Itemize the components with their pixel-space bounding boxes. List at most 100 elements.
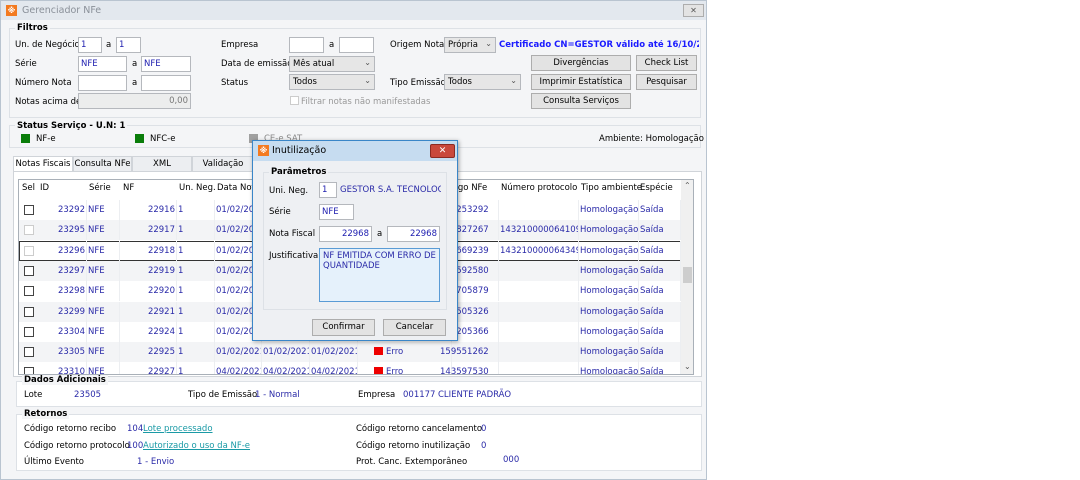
- tab-validacao-xml[interactable]: Validação XML: [192, 156, 254, 183]
- cell-d3: 01/02/2021: [310, 342, 358, 363]
- chevron-down-icon: ⌄: [364, 76, 371, 85]
- imprimir-estatistica-button[interactable]: Imprimir Estatística: [531, 74, 631, 90]
- cell-serie: NFE: [87, 260, 120, 281]
- status-text: Erro: [386, 347, 404, 358]
- status-select[interactable]: Todos ⌄: [289, 74, 375, 90]
- pesquisar-button[interactable]: Pesquisar: [636, 74, 697, 90]
- header-un-neg[interactable]: Un. Neg.: [179, 183, 216, 193]
- header-tipo-ambiente[interactable]: Tipo ambiente: [581, 183, 642, 193]
- justificativa-label: Justificativa: [269, 251, 319, 261]
- tipo-emissao-info-value: 1 - Normal: [255, 390, 300, 400]
- protocolo-link[interactable]: Autorizado o uso da NF-e: [143, 441, 250, 451]
- status-text: Erro: [386, 367, 404, 375]
- cell-protocolo: [499, 260, 579, 281]
- consulta-servicos-button[interactable]: Consulta Serviços: [531, 93, 631, 109]
- numero-nota-from-input[interactable]: [78, 75, 127, 91]
- filtrar-checkbox[interactable]: [290, 96, 299, 105]
- un-negocio-to-input[interactable]: 1: [116, 37, 141, 53]
- table-row[interactable]: 23310 NFE 22927 1 04/02/2021 04/02/2021 04/02/…: [19, 362, 681, 375]
- data-emissao-select[interactable]: Mês atual ⌄: [289, 56, 375, 72]
- header-nf[interactable]: NF: [123, 183, 134, 193]
- un-negocio-from-input[interactable]: 1: [78, 37, 102, 53]
- scrollbar-thumb[interactable]: [683, 267, 692, 283]
- cell-serie: NFE: [87, 240, 120, 261]
- notas-acima-label: Notas acima de: [15, 97, 82, 107]
- tipo-emissao-select[interactable]: Todos ⌄: [444, 74, 521, 90]
- row-select-checkbox[interactable]: [24, 225, 34, 236]
- confirmar-button[interactable]: Confirmar: [312, 319, 375, 336]
- lote-label: Lote: [24, 390, 43, 400]
- cell-especie: Saída: [639, 220, 681, 241]
- table-row[interactable]: 23305 NFE 22925 1 01/02/2021 01/02/2021 01/02/…: [19, 342, 681, 363]
- vertical-scrollbar[interactable]: ⌃ ⌄: [681, 180, 693, 374]
- cell-id: 23298: [38, 281, 87, 302]
- empresa-from-input[interactable]: [289, 37, 324, 53]
- check-list-button[interactable]: Check List: [636, 55, 697, 71]
- header-numero-protocolo[interactable]: Número protocolo: [501, 183, 577, 193]
- serie-from-input[interactable]: NFE: [78, 56, 127, 72]
- cell-protocolo: [499, 281, 579, 302]
- cancelar-button[interactable]: Cancelar: [383, 319, 446, 336]
- extemporaneo-label: Prot. Canc. Extemporâneo: [356, 457, 468, 467]
- origem-nota-value: Própria: [448, 40, 478, 50]
- notas-acima-input[interactable]: 0,00: [78, 93, 191, 109]
- row-select-checkbox[interactable]: [24, 367, 34, 374]
- row-select-checkbox[interactable]: [24, 286, 34, 297]
- row-select-checkbox[interactable]: [24, 265, 34, 276]
- cell-serie: NFE: [87, 301, 120, 322]
- serie-input[interactable]: NFE: [319, 204, 354, 220]
- tab-xml[interactable]: XML: [132, 156, 192, 172]
- cell-id: 23310: [38, 362, 87, 374]
- header-sel[interactable]: Sel: [22, 183, 35, 193]
- window-title: Gerenciador NFe: [22, 5, 102, 16]
- cell-especie: Saída: [639, 200, 681, 220]
- uni-neg-input[interactable]: 1: [319, 182, 337, 198]
- cell-protocolo: 143210000064349: [499, 240, 579, 261]
- cell-id: 23295: [38, 220, 87, 241]
- status-servico-title: Status Serviço - U.N: 1: [15, 121, 128, 131]
- scroll-down-icon[interactable]: ⌄: [684, 362, 691, 371]
- cell-ambiente: Homologação: [579, 220, 639, 241]
- scroll-up-icon[interactable]: ⌃: [684, 181, 691, 190]
- divergencias-button[interactable]: Divergências: [531, 55, 631, 71]
- row-select-checkbox[interactable]: [24, 347, 34, 358]
- serie-to-input[interactable]: NFE: [141, 56, 191, 72]
- cell-especie: Saída: [639, 281, 681, 302]
- dialog-title-bar: ※ Inutilização ✕: [253, 141, 457, 161]
- empresa-to-input[interactable]: [339, 37, 374, 53]
- header-serie[interactable]: Série: [89, 183, 111, 193]
- un-negocio-label: Un. de Negócio: [15, 40, 80, 50]
- empresa-name: CLIENTE PADRÃO: [438, 390, 512, 400]
- cell-nf: 22917: [120, 220, 177, 241]
- cell-especie: Saída: [639, 260, 681, 281]
- justificativa-textarea[interactable]: NF EMITIDA COM ERRO DE QUANTIDADE: [319, 248, 440, 302]
- dialog-title: Inutilização: [272, 145, 327, 156]
- filtros-title: Filtros: [15, 23, 50, 33]
- numero-nota-label: Número Nota: [15, 78, 72, 88]
- recibo-link[interactable]: Lote processado: [143, 424, 213, 434]
- row-select-checkbox[interactable]: [24, 326, 34, 337]
- cell-codigo: 159551262: [439, 342, 499, 363]
- row-select-checkbox[interactable]: [24, 205, 34, 215]
- numero-nota-to-input[interactable]: [141, 75, 191, 91]
- inutilizacao-dialog: ※ Inutilização ✕ Parâmetros Uni. Neg. 1 …: [252, 140, 458, 341]
- sep: a: [106, 40, 112, 50]
- header-especie[interactable]: Espécie: [640, 183, 673, 193]
- origem-nota-select[interactable]: Própria ⌄: [444, 37, 496, 53]
- row-select-checkbox[interactable]: [24, 306, 34, 317]
- row-select-checkbox[interactable]: [24, 245, 34, 256]
- cell-especie: Saída: [639, 321, 681, 342]
- cell-un: 1: [177, 200, 215, 220]
- nota-fiscal-from-input[interactable]: 22968: [319, 226, 372, 242]
- cell-nf: 22925: [120, 342, 177, 363]
- chevron-down-icon: ⌄: [364, 58, 371, 67]
- nota-fiscal-to-input[interactable]: 22968: [387, 226, 440, 242]
- nota-fiscal-label: Nota Fiscal: [269, 229, 316, 239]
- chevron-down-icon: ⌄: [510, 76, 517, 85]
- dialog-close-button[interactable]: ✕: [430, 144, 455, 158]
- origem-nota-label: Origem Nota: [390, 40, 445, 50]
- close-button[interactable]: ✕: [683, 4, 704, 17]
- tab-consulta-nfe[interactable]: Consulta NFe: [73, 156, 132, 172]
- cell-un: 1: [177, 240, 215, 261]
- header-id[interactable]: ID: [40, 183, 49, 193]
